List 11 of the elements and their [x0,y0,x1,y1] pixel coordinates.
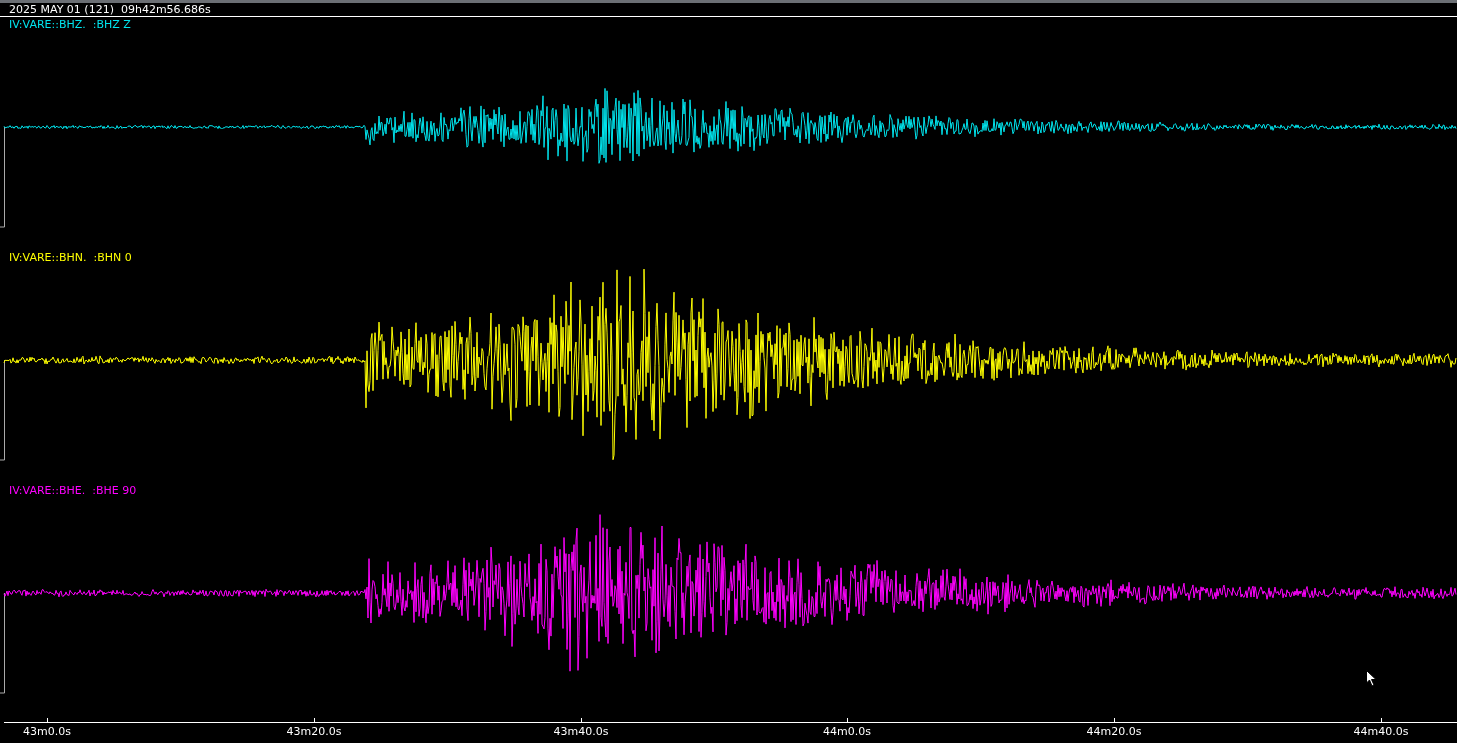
channel-label: IV:VARE::BHE. :BHE 90 [9,485,137,497]
tick-label: 44m40.0s [1353,725,1409,738]
tick-label: 43m0.0s [23,725,71,738]
channel-label: IV:VARE::BHN. :BHN 0 [9,252,132,264]
mouse-cursor-icon [1366,670,1377,687]
tick-label: 43m20.0s [286,725,342,738]
date-time-header: 2025 MAY 01 (121) 09h42m56.686s [9,3,211,16]
tick-label: 44m20.0s [1086,725,1142,738]
tick-label: 43m40.0s [553,725,609,738]
tick-label: 44m0.0s [823,725,871,738]
channel-label: IV:VARE::BHZ. :BHZ Z [9,19,131,31]
